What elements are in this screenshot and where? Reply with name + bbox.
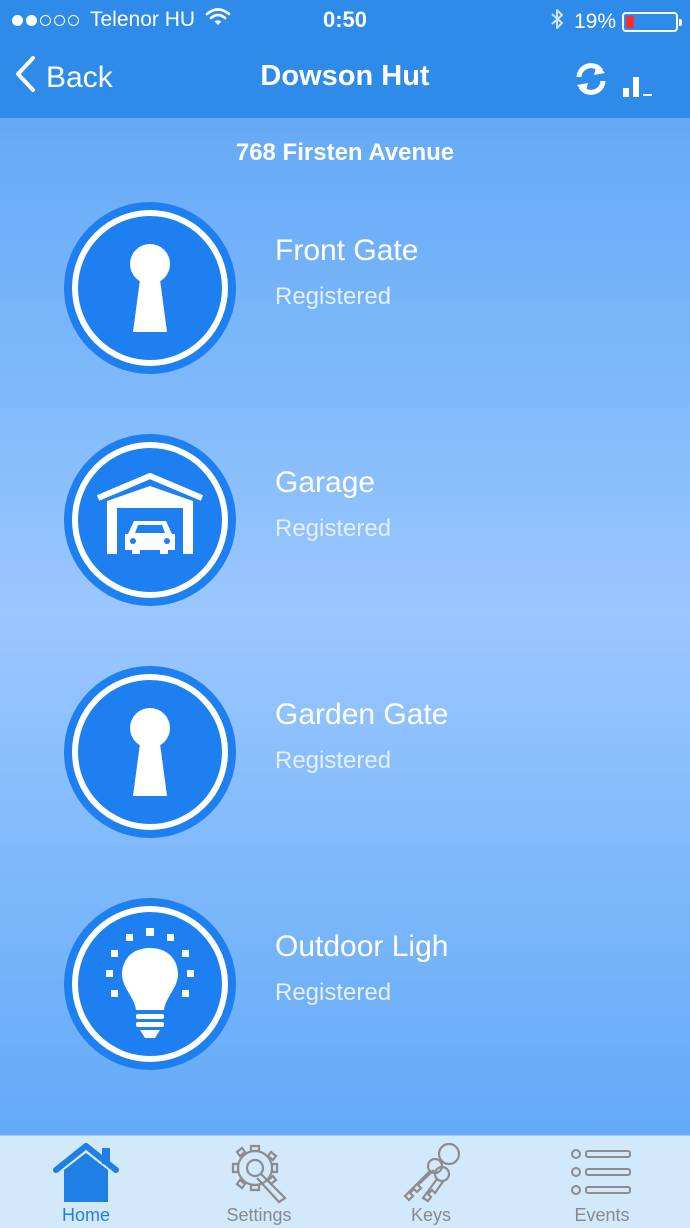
device-status: Registered (275, 979, 392, 1006)
battery-percent: 19% (573, 10, 616, 33)
device-front-gate[interactable]: Front Gate Registered (64, 202, 664, 378)
battery-icon (622, 12, 682, 32)
device-status: Registered (275, 515, 392, 542)
keyhole-icon (64, 202, 236, 374)
tab-label: Events (574, 1205, 630, 1225)
bluetooth-icon (548, 7, 566, 37)
address-label: 768 Firsten Avenue (235, 139, 455, 166)
list-icon (571, 1149, 631, 1195)
tab-home[interactable]: Home (16, 1136, 156, 1228)
home-icon (53, 1143, 119, 1202)
device-status: Registered (275, 747, 392, 774)
bar-chart-icon[interactable] (622, 72, 656, 98)
device-garden-gate[interactable]: Garden Gate Registered (64, 666, 664, 842)
tab-label: Keys (410, 1205, 452, 1225)
keys-icon (403, 1142, 461, 1203)
settings-gear-icon (231, 1144, 287, 1204)
device-garage[interactable]: Garage Registered (64, 434, 664, 610)
tab-settings[interactable]: Settings (189, 1136, 329, 1228)
top-bar: Telenor HU 0:50 19% Back Dowson Hut (0, 0, 690, 118)
tab-keys[interactable]: Keys (361, 1136, 501, 1228)
keyhole-icon (64, 666, 236, 838)
device-name: Garage (275, 466, 376, 499)
device-name: Garden Gate (275, 698, 449, 731)
status-right: 19% (548, 7, 682, 37)
garage-icon (64, 434, 236, 606)
tab-events[interactable]: Events (532, 1136, 672, 1228)
tab-label: Settings (226, 1205, 292, 1225)
tab-bar: Home Settings Keys Events (0, 1135, 690, 1228)
refresh-icon[interactable] (572, 60, 610, 98)
device-name: Front Gate (275, 234, 419, 267)
device-status: Registered (275, 283, 392, 310)
device-name: Outdoor Ligh (275, 930, 449, 963)
lightbulb-icon (64, 898, 236, 1070)
tab-label: Home (61, 1205, 110, 1225)
device-outdoor-light[interactable]: Outdoor Ligh Registered (64, 898, 664, 1074)
status-bar: Telenor HU 0:50 19% (0, 0, 690, 40)
